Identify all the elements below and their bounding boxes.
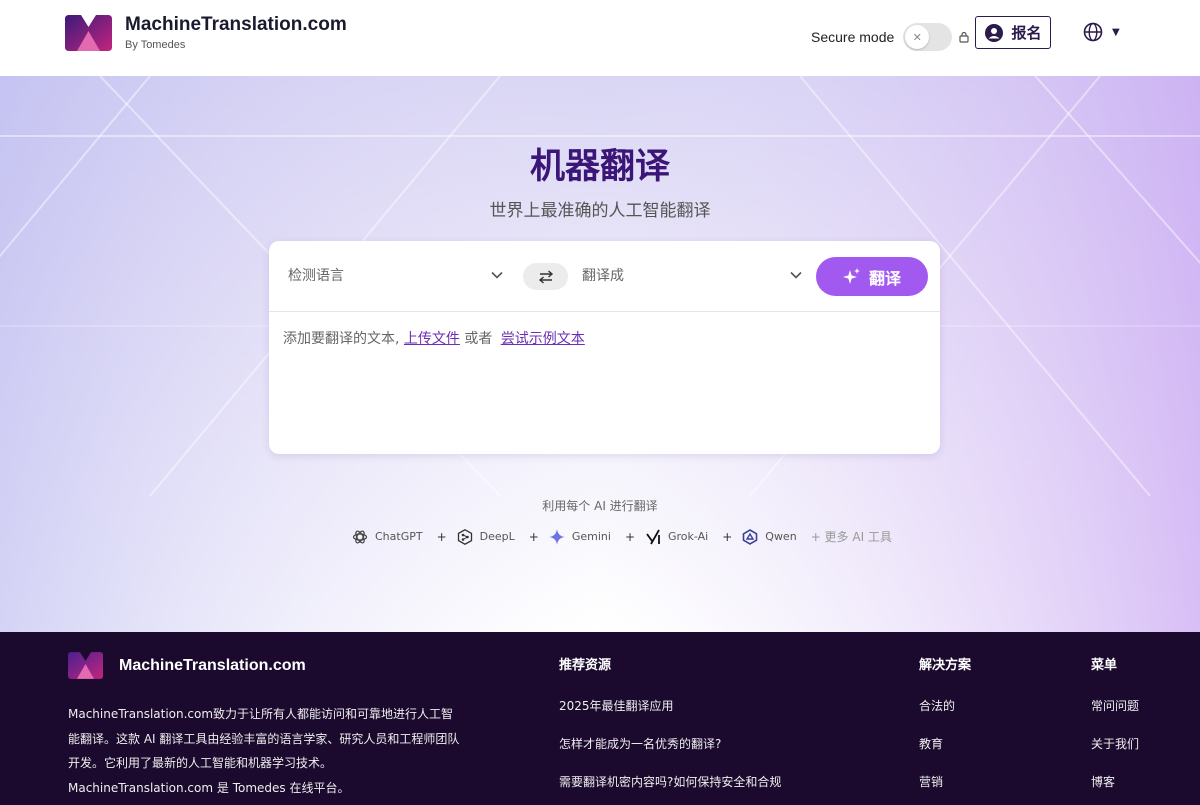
deepl-icon [457,528,472,545]
chevron-down-icon: ▼ [1112,26,1120,38]
plus-separator: + [722,529,733,544]
footer-link[interactable]: 合法的 [919,697,971,735]
language-selector[interactable]: ▼ [1083,22,1120,42]
swap-languages-button[interactable] [523,263,568,290]
upload-file-link[interactable]: 上传文件 [404,331,460,347]
ai-engine-deepl: DeepL [457,528,515,545]
qwen-icon [742,528,758,545]
source-language-select[interactable]: 检测语言 [288,265,503,285]
ai-engine-qwen: Qwen [742,528,797,545]
translator-toolbar: 检测语言 翻译成 翻译 [269,241,940,312]
globe-icon [1083,22,1103,42]
more-ai-tools-link[interactable]: + 更多 AI 工具 [811,528,892,545]
translate-label: 翻译 [868,268,901,288]
chevron-down-icon [790,271,802,279]
footer-column-title: 菜单 [1091,658,1118,673]
footer-column-title: 推荐资源 [559,658,612,673]
site-footer: MachineTranslation.com MachineTranslatio… [0,632,1200,805]
source-text-area[interactable]: 添加要翻译的文本, 上传文件 或者 尝试示例文本 [269,312,940,364]
chevron-down-icon [491,271,503,279]
ai-engine-name: Gemini [571,530,611,543]
toggle-off-icon: ✕ [905,25,930,49]
page-subtitle: 世界上最准确的人工智能翻译 [489,201,711,221]
secure-mode-toggle[interactable]: ✕ [903,23,953,51]
footer-column-menu: 菜单 常问问题 关于我们 博客 [1091,654,1139,805]
ai-engine-chatgpt: ChatGPT [352,529,423,545]
footer-link[interactable]: 关于我们 [1091,735,1139,773]
ai-engine-name: ChatGPT [375,530,423,543]
plus-separator: + [624,529,635,544]
grok-icon [646,529,660,544]
sparkle-icon [842,267,860,284]
translate-button[interactable]: 翻译 [816,257,928,296]
footer-link[interactable]: 教育 [919,735,971,773]
gemini-icon [548,528,565,545]
logo-icon [68,652,103,679]
footer-link[interactable]: 博客 [1091,773,1139,805]
footer-logo-link[interactable]: MachineTranslation.com [68,652,306,679]
signup-label: 报名 [1011,24,1042,42]
footer-brand-name: MachineTranslation.com [119,656,306,674]
source-language-value: 检测语言 [288,268,344,284]
footer-link[interactable]: 2025年最佳翻译应用 [559,697,781,735]
footer-description: MachineTranslation.com致力于让所有人都能访问和可靠地进行人… [68,707,460,795]
swap-icon [538,269,553,284]
footer-link[interactable]: 怎样才能成为一名优秀的翻译? [559,735,781,773]
or-text: 或者 [464,331,493,347]
lock-icon [959,31,969,43]
footer-column-solutions: 解决方案 合法的 教育 营销 [919,654,971,805]
ai-engine-grok: Grok-Ai [645,529,708,545]
site-header: MachineTranslation.com By Tomedes Secure… [0,0,1200,76]
footer-link[interactable]: 需要翻译机密内容吗?如何保持安全和合规 [559,773,781,805]
secure-mode-label: Secure mode [811,29,895,45]
page-title: 机器翻译 [529,147,670,187]
target-language-value: 翻译成 [582,268,624,284]
ai-engine-gemini: Gemini [548,528,611,545]
ai-engine-name: Qwen [765,530,797,543]
translator-card: 检测语言 翻译成 翻译 添加要翻译的文本, 上传文件 或者 尝试示例文本 [269,241,940,454]
signup-button[interactable]: 报名 [975,16,1051,49]
sample-text-link[interactable]: 尝试示例文本 [501,331,585,347]
brand-name: MachineTranslation.com [125,14,347,35]
input-hint: 添加要翻译的文本, [283,331,400,347]
ai-engines-row: ChatGPT + DeepL + Gemini + Grok-Ai + Qwe… [352,528,892,545]
target-language-select[interactable]: 翻译成 [582,265,802,285]
chatgpt-icon [352,530,368,543]
plus-separator: + [436,529,447,544]
footer-link[interactable]: 常问问题 [1091,697,1139,735]
logo-icon [65,14,112,51]
brand-subtitle: By Tomedes [125,39,186,51]
home-logo-link[interactable]: MachineTranslation.com By Tomedes [65,14,347,51]
ai-caption: 利用每个 AI 进行翻译 [542,499,658,513]
footer-column-title: 解决方案 [919,658,972,673]
hero-section: 机器翻译 世界上最准确的人工智能翻译 检测语言 翻译成 翻译 添加要翻译的文本,… [0,76,1200,632]
ai-engine-name: Grok-Ai [668,530,709,543]
plus-separator: + [528,529,539,544]
secure-mode: Secure mode ✕ [811,23,970,51]
user-icon [985,23,1004,42]
footer-column-resources: 推荐资源 2025年最佳翻译应用 怎样才能成为一名优秀的翻译? 需要翻译机密内容… [559,654,781,805]
footer-link[interactable]: 营销 [919,773,971,805]
ai-engine-name: DeepL [479,530,515,543]
